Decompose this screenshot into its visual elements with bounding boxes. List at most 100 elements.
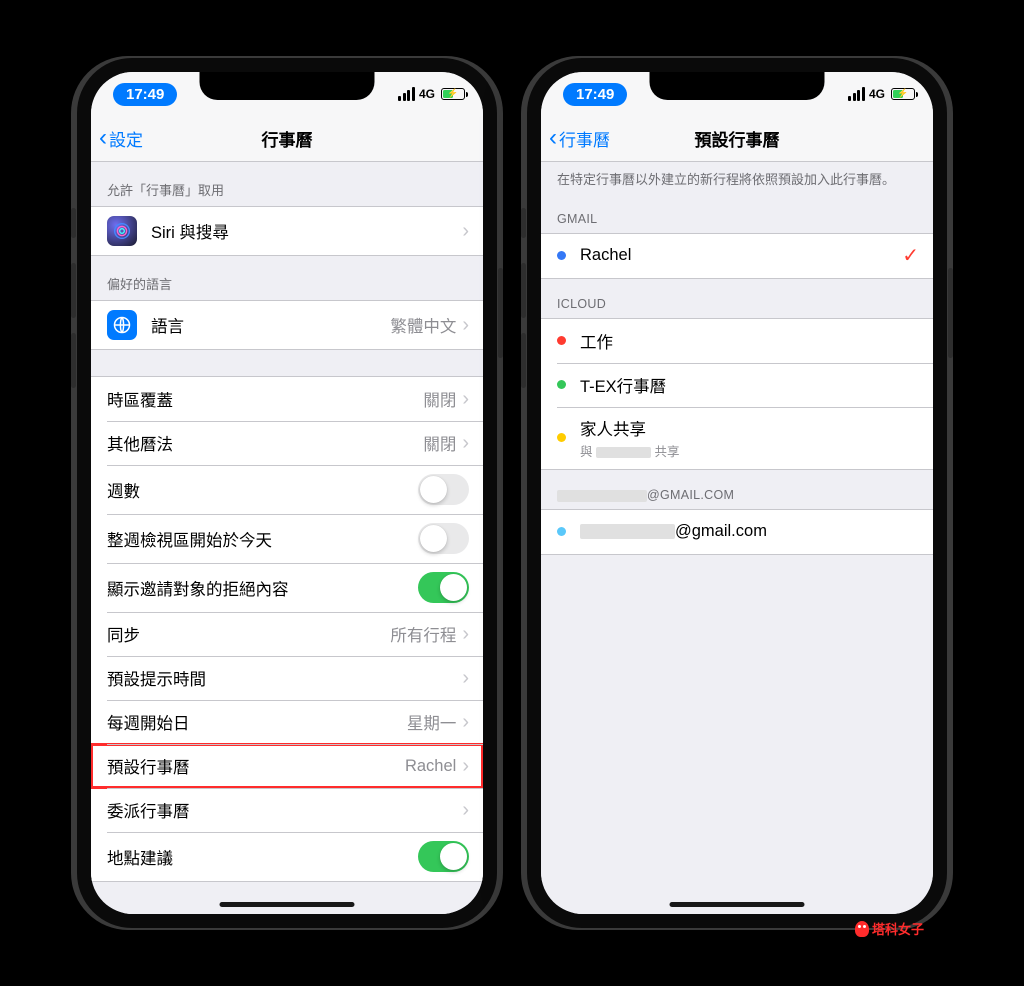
- row-其他曆法[interactable]: 其他曆法關閉 ›: [91, 421, 483, 465]
- row-siri[interactable]: Siri 與搜尋 ›: [91, 207, 483, 255]
- back-button[interactable]: ‹ 行事曆: [549, 126, 610, 151]
- chevron-right-icon: ›: [462, 220, 469, 243]
- battery-icon: ⚡: [891, 88, 915, 100]
- toggle-switch[interactable]: [418, 841, 469, 872]
- settings-content[interactable]: 允許「行事曆」取用 Siri 與搜尋 › 偏好的語言: [91, 162, 483, 914]
- network-label: 4G: [419, 87, 435, 101]
- row-顯示邀請對象的拒絕內容[interactable]: 顯示邀請對象的拒絕內容: [91, 563, 483, 612]
- calendar-option[interactable]: x@gmail.com: [541, 510, 933, 554]
- notch: [650, 72, 825, 100]
- calendar-label: 工作: [580, 329, 919, 353]
- calendar-label: 家人共享與 x 共享: [580, 416, 919, 460]
- row-委派行事曆[interactable]: 委派行事曆›: [91, 788, 483, 832]
- calendar-list: Rachel✓: [541, 233, 933, 279]
- mute-switch[interactable]: [521, 208, 526, 238]
- row-週數[interactable]: 週數: [91, 465, 483, 514]
- section-header: GMAIL: [541, 194, 933, 233]
- section-header-access: 允許「行事曆」取用: [91, 162, 483, 206]
- row-label: 委派行事曆: [107, 798, 462, 822]
- siri-icon: [107, 216, 137, 246]
- row-同步[interactable]: 同步所有行程 ›: [91, 612, 483, 656]
- back-label: 設定: [109, 126, 143, 151]
- chevron-right-icon: ›: [462, 711, 469, 734]
- row-預設行事曆[interactable]: 預設行事曆Rachel ›: [91, 744, 483, 788]
- row-label: 預設提示時間: [107, 666, 462, 690]
- battery-icon: ⚡: [441, 88, 465, 100]
- chevron-right-icon: ›: [462, 755, 469, 778]
- chevron-right-icon: ›: [462, 667, 469, 690]
- row-label: Siri 與搜尋: [151, 219, 462, 243]
- section-footer: 在特定行事曆以外建立的新行程將依照預設加入此行事曆。: [541, 162, 933, 194]
- calendar-color-dot: [557, 433, 566, 442]
- row-地點建議[interactable]: 地點建議: [91, 832, 483, 881]
- row-detail: 關閉: [423, 387, 456, 411]
- row-label: 同步: [107, 622, 390, 646]
- back-button[interactable]: ‹ 設定: [99, 126, 143, 151]
- calendar-option[interactable]: 工作: [541, 319, 933, 363]
- chevron-right-icon: ›: [462, 314, 469, 337]
- chevron-right-icon: ›: [462, 432, 469, 455]
- notch: [200, 72, 375, 100]
- volume-down-button[interactable]: [521, 333, 526, 388]
- phone-right: 17:49 4G ⚡ ‹ 行事曆 預設行事曆 在特定行事曆以外建立的新行程將依照…: [527, 58, 947, 928]
- cellular-signal-icon: [398, 87, 415, 101]
- volume-down-button[interactable]: [71, 333, 76, 388]
- row-label: 整週檢視區開始於今天: [107, 527, 418, 551]
- watermark-icon: [855, 921, 869, 937]
- row-label: 其他曆法: [107, 431, 423, 455]
- status-time[interactable]: 17:49: [113, 83, 177, 106]
- row-label: 預設行事曆: [107, 754, 405, 778]
- row-label: 時區覆蓋: [107, 387, 423, 411]
- calendar-color-dot: [557, 380, 566, 389]
- section-header: x@GMAIL.COM: [541, 470, 933, 509]
- row-整週檢視區開始於今天[interactable]: 整週檢視區開始於今天: [91, 514, 483, 563]
- phone-left: 17:49 4G ⚡ ‹ 設定 行事曆 允許「行事曆」取用: [77, 58, 497, 928]
- calendar-option[interactable]: T-EX行事曆: [541, 363, 933, 407]
- row-language[interactable]: 語言 繁體中文 ›: [91, 301, 483, 349]
- section-header: ICLOUD: [541, 279, 933, 318]
- row-預設提示時間[interactable]: 預設提示時間›: [91, 656, 483, 700]
- toggle-switch[interactable]: [418, 474, 469, 505]
- row-detail: 星期一: [407, 710, 457, 734]
- chevron-right-icon: ›: [462, 388, 469, 411]
- power-button[interactable]: [498, 268, 503, 358]
- calendar-sublabel: 與 x 共享: [580, 441, 919, 460]
- home-indicator[interactable]: [220, 902, 355, 907]
- calendar-option[interactable]: 家人共享與 x 共享: [541, 407, 933, 469]
- page-title: 行事曆: [91, 126, 483, 151]
- row-label: 顯示邀請對象的拒絕內容: [107, 576, 418, 600]
- row-label: 語言: [151, 313, 390, 337]
- row-時區覆蓋[interactable]: 時區覆蓋關閉 ›: [91, 377, 483, 421]
- watermark: 塔科女子: [855, 919, 924, 938]
- section-header-language: 偏好的語言: [91, 256, 483, 300]
- calendar-color-dot: [557, 336, 566, 345]
- calendar-label: T-EX行事曆: [580, 373, 919, 397]
- row-detail: Rachel: [405, 757, 456, 776]
- nav-bar: ‹ 設定 行事曆: [91, 116, 483, 162]
- default-calendar-content[interactable]: 在特定行事曆以外建立的新行程將依照預設加入此行事曆。 GMAILRachel✓I…: [541, 162, 933, 914]
- toggle-switch[interactable]: [418, 572, 469, 603]
- nav-bar: ‹ 行事曆 預設行事曆: [541, 116, 933, 162]
- chevron-right-icon: ›: [462, 623, 469, 646]
- mute-switch[interactable]: [71, 208, 76, 238]
- globe-icon: [107, 310, 137, 340]
- calendar-color-dot: [557, 251, 566, 260]
- chevron-right-icon: ›: [462, 799, 469, 822]
- settings-list: 時區覆蓋關閉›其他曆法關閉›週數整週檢視區開始於今天顯示邀請對象的拒絕內容同步所…: [91, 376, 483, 882]
- back-label: 行事曆: [559, 126, 610, 151]
- volume-up-button[interactable]: [71, 263, 76, 318]
- power-button[interactable]: [948, 268, 953, 358]
- toggle-switch[interactable]: [418, 523, 469, 554]
- volume-up-button[interactable]: [521, 263, 526, 318]
- network-label: 4G: [869, 87, 885, 101]
- calendar-label: x@gmail.com: [580, 522, 919, 541]
- cellular-signal-icon: [848, 87, 865, 101]
- row-每週開始日[interactable]: 每週開始日星期一›: [91, 700, 483, 744]
- row-detail: 所有行程: [390, 622, 456, 646]
- row-detail: 關閉: [423, 431, 456, 455]
- calendar-option[interactable]: Rachel✓: [541, 234, 933, 278]
- row-label: 週數: [107, 478, 418, 502]
- calendar-label: Rachel: [580, 246, 902, 265]
- home-indicator[interactable]: [670, 902, 805, 907]
- status-time[interactable]: 17:49: [563, 83, 627, 106]
